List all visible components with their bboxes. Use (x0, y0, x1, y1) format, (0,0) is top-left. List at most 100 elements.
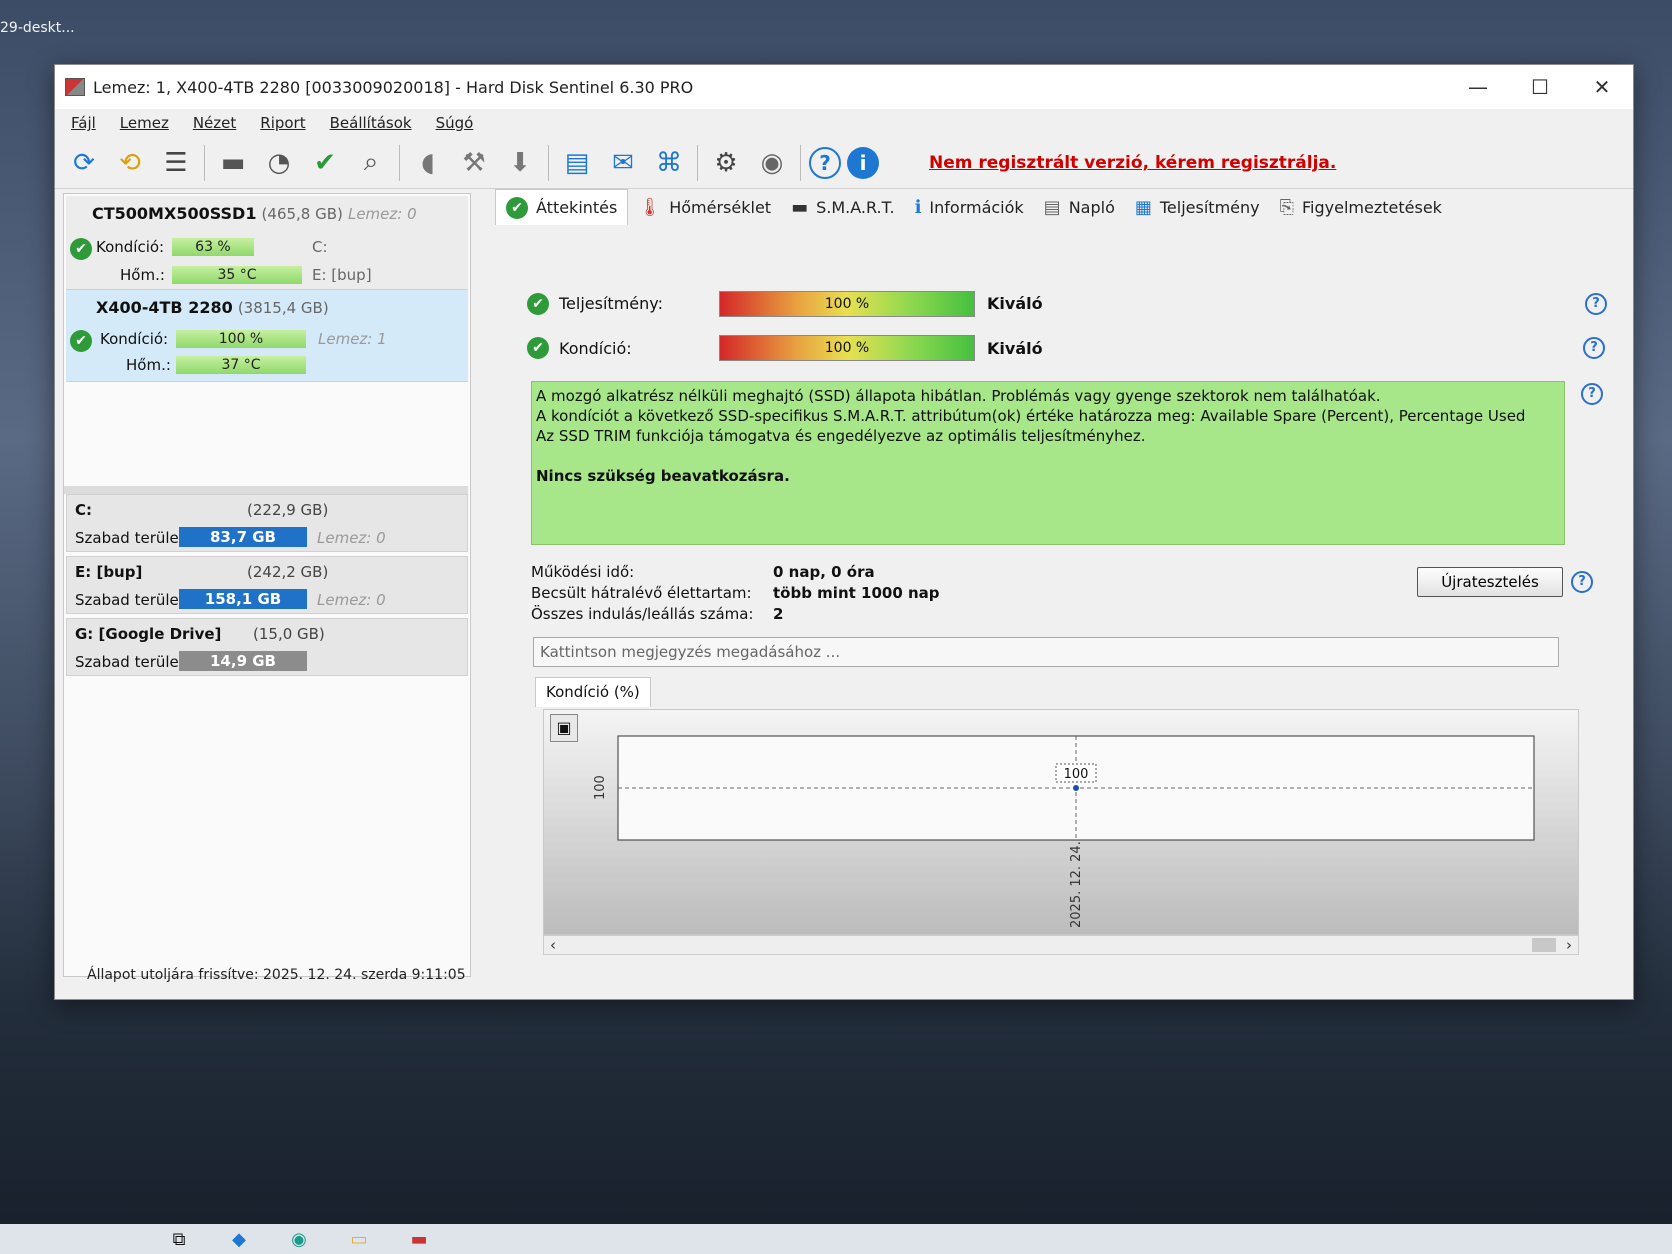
title-bar[interactable]: Lemez: 1, X400-4TB 2280 [0033009020018] … (55, 65, 1633, 109)
tab-information[interactable]: ℹ Információk (905, 191, 1034, 223)
condition-label: Kondíció: (100, 330, 169, 348)
registration-link[interactable]: Nem regisztrált verzió, kérem regisztrál… (929, 153, 1336, 173)
minimize-button[interactable]: — (1447, 65, 1509, 109)
tab-warnings[interactable]: ⎘ Figyelmeztetések (1270, 191, 1452, 223)
thermometer-icon: 🌡 (638, 196, 662, 218)
data-point (1073, 785, 1079, 791)
help-icon[interactable]: ? (809, 146, 841, 179)
settings-icon[interactable]: ⚙ (706, 143, 746, 183)
tab-smart[interactable]: ▬ S.M.A.R.T. (781, 191, 905, 223)
status-bar: Állapot utoljára frissítve: 2025. 12. 24… (87, 967, 466, 983)
condition-bar: 100 % (176, 330, 306, 348)
health-ok-icon: ✔ (70, 238, 92, 260)
detail-panel: ✔ Áttekintés 🌡 Hőmérséklet ▬ S.M.A.R.T. ℹ In… (495, 189, 1625, 979)
chart-scrollbar[interactable]: ‹ › (543, 935, 1579, 955)
disk-entry-0[interactable]: CT500MX500SSD1 (465,8 GB) Lemez: 0 ✔ Kon… (66, 196, 468, 290)
tab-bar: ✔ Áttekintés 🌡 Hőmérséklet ▬ S.M.A.R.T. ℹ In… (495, 189, 1452, 225)
info-icon[interactable]: i (847, 146, 879, 179)
lifetime-value: több mint 1000 nap (773, 584, 940, 602)
conclusion-text: Nincs szükség beavatkozásra. (536, 467, 790, 485)
refresh-icon[interactable]: ⟳ (64, 143, 104, 183)
temp-bar: 37 °C (176, 356, 306, 374)
disk-search-icon[interactable]: ⌕ (351, 143, 391, 183)
menu-file[interactable]: Fájl (59, 112, 108, 134)
refresh-alert-icon[interactable]: ⟲ (110, 143, 150, 183)
save-chart-icon[interactable]: ▣ (550, 714, 578, 742)
disk-list-icon[interactable]: ☰ (156, 143, 196, 183)
disk-tools-icon[interactable]: ⚒ (454, 143, 494, 183)
menu-settings[interactable]: Beállítások (318, 112, 424, 134)
lifetime-label: Becsült hátralévő élettartam: (531, 584, 752, 602)
free-space-bar: 83,7 GB (179, 527, 307, 547)
disk-write-icon[interactable]: ⬇ (500, 143, 540, 183)
note-input[interactable] (533, 637, 1559, 667)
app-window: Lemez: 1, X400-4TB 2280 [0033009020018] … (54, 64, 1634, 1000)
folder-icon[interactable]: ▭ (344, 1227, 374, 1251)
free-space-label: Szabad terület (75, 529, 185, 547)
help-icon[interactable]: ? (1583, 337, 1605, 359)
maximize-button[interactable]: ☐ (1509, 65, 1571, 109)
menu-report[interactable]: Riport (248, 112, 317, 134)
volume-g[interactable]: G: [Google Drive] (15,0 GB) Szabad terül… (66, 618, 468, 676)
temp-label: Hőm.: (120, 266, 165, 284)
retest-button[interactable]: Újratesztelés (1417, 567, 1563, 597)
sound-icon[interactable]: ◉ (752, 143, 792, 183)
tab-log[interactable]: ▤ Napló (1034, 191, 1125, 223)
info-line: Az SSD TRIM funkciója támogatva és enged… (536, 427, 1146, 445)
browser-icon[interactable]: ◉ (284, 1227, 314, 1251)
uptime-label: Működési idő: (531, 563, 635, 581)
disk-index: Lemez: 1 (318, 330, 387, 348)
report-icon[interactable]: ▤ (557, 143, 597, 183)
scroll-left-arrow[interactable]: ‹ (550, 936, 556, 954)
starts-value: 2 (773, 605, 784, 623)
scroll-thumb[interactable] (1532, 938, 1556, 952)
health-bar: 100 % (719, 335, 975, 361)
tab-label: Áttekintés (536, 198, 618, 217)
info-line: A kondíciót a következő SSD-specifikus S… (536, 407, 1526, 425)
disk-entry-1-selected[interactable]: X400-4TB 2280 (3815,4 GB) ✔ Kondíció: 10… (66, 290, 468, 382)
taskbar-app-icon[interactable]: ◆ (224, 1227, 254, 1251)
disk-name: CT500MX500SSD1 (465,8 GB) Lemez: 0 (92, 204, 417, 223)
panel-splitter[interactable] (64, 486, 468, 494)
taskbar: ⧉ ◆ ◉ ▭ ▬ (0, 1224, 1672, 1254)
volume-size: (15,0 GB) (253, 625, 325, 643)
menu-disk[interactable]: Lemez (108, 112, 181, 134)
mail-icon[interactable]: ✉ (603, 143, 643, 183)
tab-overview[interactable]: ✔ Áttekintés (495, 189, 629, 225)
help-icon[interactable]: ? (1571, 571, 1593, 593)
tab-performance[interactable]: ▦ Teljesítmény (1125, 191, 1270, 223)
scroll-right-arrow[interactable]: › (1566, 936, 1572, 954)
volume-e[interactable]: E: [bup] (242,2 GB) Szabad terület 158,1… (66, 556, 468, 614)
help-icon[interactable]: ? (1581, 383, 1603, 405)
smart-icon: ▬ (791, 196, 809, 218)
performance-status: Kiváló (987, 294, 1043, 313)
chart-tab-condition[interactable]: Kondíció (%) (535, 677, 651, 707)
help-icon[interactable]: ? (1585, 293, 1607, 315)
temp-label: Hőm.: (126, 356, 171, 374)
condition-chart: 100 100 2025. 12. 24. ▣ (543, 709, 1579, 935)
hdsentinel-taskbar-icon[interactable]: ▬ (404, 1227, 434, 1251)
network-icon[interactable]: ⌘ (649, 143, 689, 183)
volume-label: E: [bup] (312, 266, 372, 284)
starts-label: Összes indulás/leállás száma: (531, 605, 754, 623)
y-tick-label: 100 (593, 775, 608, 800)
app-icon (65, 78, 85, 96)
disk-icon[interactable]: ▬ (213, 143, 253, 183)
menu-view[interactable]: Nézet (181, 112, 248, 134)
tab-label: Hőmérséklet (669, 197, 772, 217)
disk-clock-icon[interactable]: ◔ (259, 143, 299, 183)
toolbar-separator (697, 144, 698, 181)
volume-c[interactable]: C: (222,9 GB) Szabad terület 83,7 GB Lem… (66, 494, 468, 552)
tab-temperature[interactable]: 🌡 Hőmérséklet (628, 191, 781, 223)
close-button[interactable]: ✕ (1571, 65, 1633, 109)
task-view-icon[interactable]: ⧉ (164, 1227, 194, 1251)
disk-name: X400-4TB 2280 (3815,4 GB) (96, 298, 329, 317)
disk-list-panel: CT500MX500SSD1 (465,8 GB) Lemez: 0 ✔ Kon… (63, 193, 471, 977)
menu-bar: Fájl Lemez Nézet Riport Beállítások Súgó (55, 109, 1633, 137)
performance-ok-icon: ✔ (527, 293, 549, 315)
menu-help[interactable]: Súgó (424, 112, 486, 134)
helmet-icon[interactable]: ◖ (408, 143, 448, 183)
desktop-icon-label[interactable]: 29-deskt... (0, 20, 75, 36)
data-label: 100 (1064, 767, 1089, 782)
disk-check-icon[interactable]: ✔ (305, 143, 345, 183)
